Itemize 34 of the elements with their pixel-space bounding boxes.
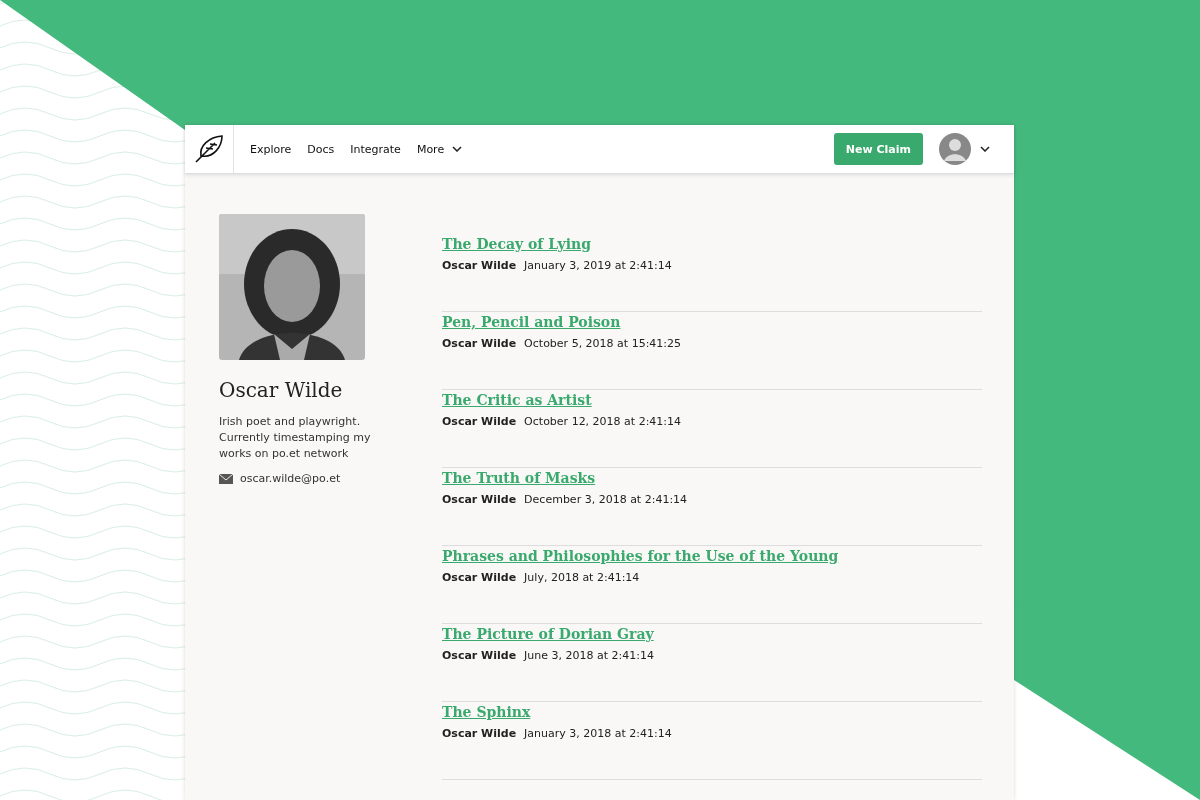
- work-title-link[interactable]: The Critic as Artist: [442, 392, 592, 408]
- work-title-link[interactable]: Phrases and Philosophies for the Use of the Young: [442, 548, 839, 564]
- work-author: Oscar Wilde: [442, 571, 517, 584]
- nav-link[interactable]: Explore: [250, 142, 292, 156]
- work-title-link[interactable]: The Sphinx: [442, 704, 531, 720]
- work-title-link[interactable]: The Picture of Dorian Gray: [442, 626, 654, 642]
- user-menu[interactable]: [939, 133, 990, 165]
- email-address: oscar.wilde@po.et: [240, 472, 341, 485]
- work-date: June 3, 2018 at 2:41:14: [524, 649, 654, 662]
- work-author: Oscar Wilde: [442, 259, 517, 272]
- work-date: January 3, 2018 at 2:41:14: [524, 727, 672, 740]
- work-date: January 3, 2019 at 2:41:14: [524, 259, 672, 272]
- work-title-link[interactable]: Pen, Pencil and Poison: [442, 314, 621, 330]
- nav-link[interactable]: More: [416, 142, 463, 156]
- work-author: Oscar Wilde: [442, 337, 517, 350]
- work-author: Oscar Wilde: [442, 649, 517, 662]
- avatar-icon: [939, 133, 971, 165]
- profile-bio: Irish poet and playwright. Currently timestamping my works on po.et network: [219, 414, 372, 462]
- work-author: Oscar Wilde: [442, 493, 517, 506]
- work-author: Oscar Wilde: [442, 727, 517, 740]
- profile-name: Oscar Wilde: [219, 378, 344, 402]
- work-title-link[interactable]: The Decay of Lying: [442, 236, 592, 252]
- feather-icon: [193, 134, 225, 164]
- nav-link[interactable]: Docs: [307, 142, 335, 156]
- work-title-link[interactable]: The Truth of Masks: [442, 470, 596, 486]
- work-date: October 12, 2018 at 2:41:14: [524, 415, 682, 428]
- nav-link[interactable]: Integrate: [350, 142, 401, 156]
- envelope-icon: [219, 473, 233, 484]
- new-claim-button[interactable]: New Claim: [833, 133, 923, 165]
- work-date: December 3, 2018 at 2:41:14: [524, 493, 688, 506]
- work-date: October 5, 2018 at 15:41:25: [524, 337, 682, 350]
- work-author: Oscar Wilde: [442, 415, 517, 428]
- work-date: July, 2018 at 2:41:14: [524, 571, 640, 584]
- chevron-icon: [980, 146, 990, 152]
